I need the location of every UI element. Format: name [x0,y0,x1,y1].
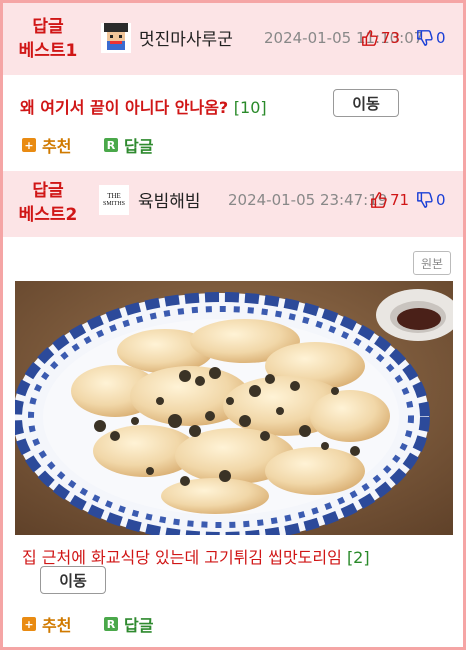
thumbs-up-icon [371,192,387,208]
reply-label: 답글 [124,616,154,635]
post-date: 2024-01-05 23:47:19 [228,191,388,209]
downvote-button[interactable]: 0 [416,191,446,209]
move-button[interactable]: 이동 [333,89,399,117]
upvote-button[interactable]: 71 [370,191,409,209]
reply-count: [2] [346,548,370,567]
post2-header: 답글 베스트2 THE SMITHS 육빔해빔 2024-01-05 23:47… [3,171,463,237]
comment-text: 집 근처에 화교식당 있는데 고기튀김 씹맛도리임 [22,548,342,567]
upvote-count: 73 [381,29,401,47]
plus-icon: + [22,138,36,152]
post1-header: 답글 베스트1 멋진마사루군 2024-01-05 11:10:07 73 0 [3,3,463,75]
downvote-count: 0 [436,191,446,209]
thumbs-up-icon [362,30,378,46]
best-badge: 답글 베스트1 [3,15,93,63]
comment-list: 답글 베스트1 멋진마사루군 2024-01-05 11:10:07 73 0 … [3,3,463,647]
plus-icon: + [22,617,36,631]
best-badge-line1: 답글 [32,181,64,201]
recommend-label: 추천 [42,137,72,156]
downvote-count: 0 [436,29,446,47]
thumbs-down-icon [417,192,433,208]
reply-count: [10] [233,98,267,117]
downvote-button[interactable]: 0 [416,29,446,47]
comment-text: 왜 여기서 끝이 아니다 안나옴? [20,98,229,117]
avatar[interactable]: THE SMITHS [99,185,129,215]
comment-title[interactable]: 집 근처에 화교식당 있는데 고기튀김 씹맛도리임 [2] [22,544,370,568]
thumbs-down-icon [417,30,433,46]
avatar-text-line2: SMITHS [102,201,125,207]
best-badge-line1: 답글 [32,17,64,37]
move-button[interactable]: 이동 [40,566,106,594]
reply-button[interactable]: R 답글 [104,612,153,636]
upvote-button[interactable]: 73 [361,29,400,47]
reply-label: 답글 [124,137,154,156]
reply-icon: R [104,138,118,152]
reply-icon: R [104,617,118,631]
avatar[interactable] [101,23,131,53]
avatar-text-line1: THE [107,192,121,200]
recommend-button[interactable]: + 추천 [22,612,71,636]
nickname[interactable]: 육빔해빔 [138,187,201,212]
recommend-label: 추천 [42,616,72,635]
best-badge: 답글 베스트2 [3,179,93,227]
reply-button[interactable]: R 답글 [104,133,153,157]
best-badge-line2: 베스트1 [18,41,78,61]
food-photo[interactable] [15,281,453,535]
pixel-character-icon [101,23,131,53]
nickname[interactable]: 멋진마사루군 [139,25,233,50]
original-image-button[interactable]: 원본 [413,251,451,275]
comment-title[interactable]: 왜 여기서 끝이 아니다 안나옴? [10] [20,94,267,118]
upvote-count: 71 [390,191,410,209]
best-badge-line2: 베스트2 [18,205,78,225]
recommend-button[interactable]: + 추천 [22,133,71,157]
fried-meat-plate-image [15,281,453,535]
